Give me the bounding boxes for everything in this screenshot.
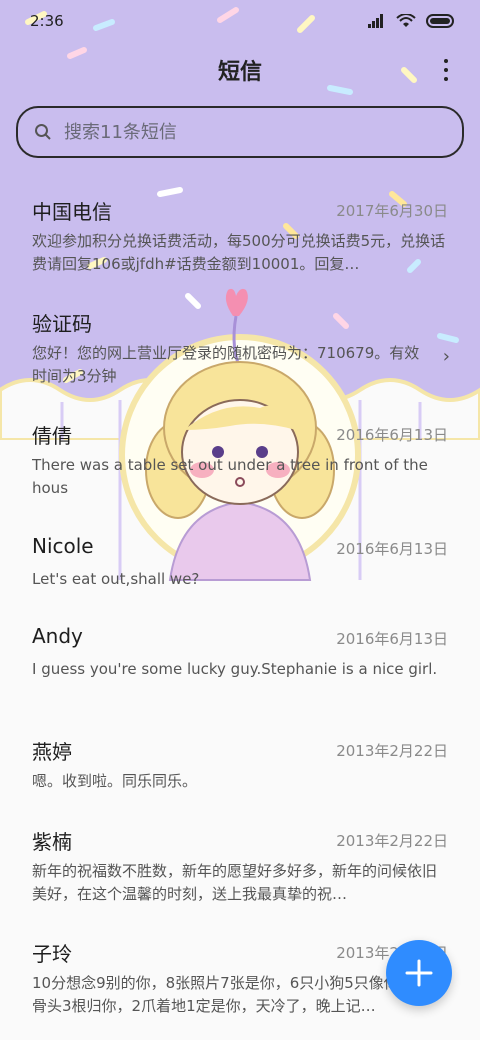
message-sender: 紫楠 [32,830,72,854]
message-item[interactable]: 中国电信 2017年6月30日 欢迎参加积分兑换话费活动，每500分可兑换话费5… [0,196,480,296]
message-preview: There was a table set out under a tree i… [32,456,428,497]
new-message-button[interactable] [386,940,452,1006]
search-input[interactable] [62,120,426,144]
message-preview: Let's eat out,shall we? [32,570,200,588]
app-header: 短信 [0,48,480,92]
message-date: 2013年2月22日 [336,742,448,760]
message-sender: Nicole [32,534,94,558]
message-sender: 燕婷 [32,740,72,764]
plus-icon [405,959,433,987]
status-time: 2:36 [30,12,64,30]
message-sender: 验证码 [32,312,92,336]
message-date: 2016年6月13日 [336,540,448,558]
message-preview: 您好！您的网上营业厅登录的随机密码为：710679。有效时间为3分钟 [32,344,420,385]
message-item[interactable]: Andy 2016年6月13日 I guess you're some luck… [0,624,480,724]
message-date: 2016年6月13日 [336,630,448,648]
message-preview: I guess you're some lucky guy.Stephanie … [32,660,438,678]
chevron-right-icon: › [442,346,450,367]
message-item[interactable]: 紫楠 2013年2月22日 新年的祝福数不胜数，新年的愿望好多好多，新年的问候依… [0,826,480,926]
message-sender: Andy [32,624,83,648]
message-date: 2013年2月22日 [336,832,448,850]
message-preview: 新年的祝福数不胜数，新年的愿望好多好多，新年的问候依旧美好，在这个温馨的时刻，送… [32,862,438,903]
message-item[interactable]: 燕婷 2013年2月22日 嗯。收到啦。同乐同乐。 [0,736,480,836]
message-date: 2017年6月30日 [336,202,448,220]
message-sender: 子玲 [32,942,72,966]
message-sender: 中国电信 [32,200,112,224]
message-preview: 嗯。收到啦。同乐同乐。 [32,772,198,790]
message-date: 2016年6月13日 [336,426,448,444]
more-vertical-icon-dot [444,77,448,81]
status-bar: 2:36 [0,0,480,42]
status-icons [368,14,456,28]
page-title: 短信 [217,60,262,85]
message-item[interactable]: 验证码 您好！您的网上营业厅登录的随机密码为：710679。有效时间为3分钟 › [0,308,480,408]
search-icon [35,124,51,140]
more-vertical-icon [444,59,448,63]
message-sender: 倩倩 [32,424,72,448]
more-options-button[interactable] [434,56,458,84]
message-item[interactable]: 倩倩 2016年6月13日 There was a table set out … [0,420,480,520]
battery-icon [426,14,454,28]
signal-icon [368,14,383,28]
message-item[interactable]: Nicole 2016年6月13日 Let's eat out,shall we… [0,534,480,634]
wifi-icon [396,14,416,27]
search-bar[interactable] [16,106,464,158]
message-preview: 欢迎参加积分兑换话费活动，每500分可兑换话费5元，兑换话费请回复106或jfd… [32,232,446,273]
more-vertical-icon-dot [444,68,448,72]
